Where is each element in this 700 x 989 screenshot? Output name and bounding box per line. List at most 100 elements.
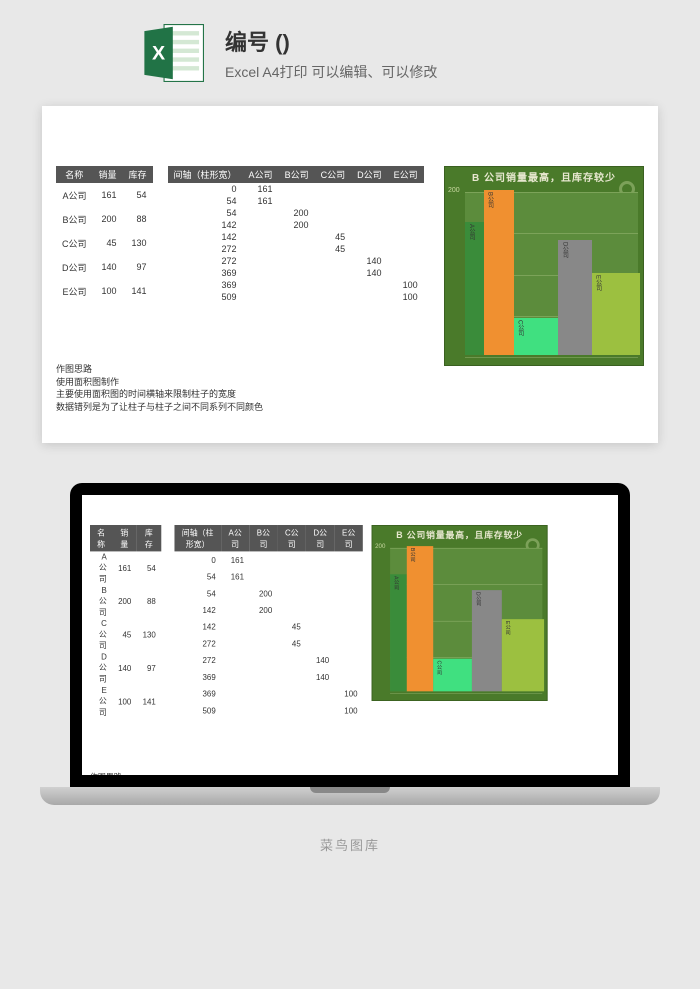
table-cell: 88 <box>137 585 162 618</box>
table-cell: D公司 <box>56 255 93 279</box>
table-cell <box>243 243 279 255</box>
note-line: 作图思路 <box>56 363 434 376</box>
table-cell: 369 <box>174 686 221 703</box>
table-cell: 369 <box>168 279 243 291</box>
table-cell <box>279 183 315 195</box>
table-cell <box>388 207 424 219</box>
table-cell <box>243 267 279 279</box>
table-cell: 100 <box>112 686 136 719</box>
note-line: 使用面积图制作 <box>56 376 434 389</box>
page-header: X 编号 () Excel A4打印 可以编辑、可以修改 <box>0 0 700 106</box>
table-cell <box>243 291 279 303</box>
bar-label: B公司 <box>486 192 495 208</box>
table-cell <box>243 231 279 243</box>
table-header: E公司 <box>388 166 424 183</box>
table-header: D公司 <box>351 166 388 183</box>
laptop-screen: 名称销量库存 A公司16154B公司20088C公司45130D公司14097E… <box>70 483 630 787</box>
table-cell: 54 <box>168 195 243 207</box>
table-row: B公司20088 <box>90 585 161 618</box>
table-cell <box>306 568 334 585</box>
table-cell <box>388 219 424 231</box>
table-cell: 140 <box>351 255 388 267</box>
table-cell <box>351 219 388 231</box>
table-cell <box>278 652 306 669</box>
table-cell <box>388 231 424 243</box>
table-cell <box>249 552 277 569</box>
table-cell <box>279 231 315 243</box>
table-cell: 200 <box>93 207 123 231</box>
table-cell: 200 <box>279 207 315 219</box>
grid-line <box>465 357 638 358</box>
table-cell <box>306 635 334 652</box>
note-line: 主要使用面积图的时间横轴来限制柱子的宽度 <box>56 388 434 401</box>
table-cell: 161 <box>243 195 279 207</box>
table-row: 14245 <box>174 619 363 636</box>
table-cell <box>351 291 388 303</box>
table-cell <box>278 669 306 686</box>
chart-title-2: B 公司销量最高，且库存较少 <box>372 528 546 541</box>
table-cell: 88 <box>123 207 153 231</box>
table-cell: B公司 <box>56 207 93 231</box>
chart-box-2: B 公司销量最高，且库存较少 A公司B公司C公司D公司E公司 200 <box>372 525 548 701</box>
data-table-2: 间轴（柱形宽）A公司B公司C公司D公司E公司 01615416154200142… <box>168 166 424 303</box>
table-row: 369 100 <box>168 279 424 291</box>
table-cell: 142 <box>168 231 243 243</box>
table-header: B公司 <box>249 525 277 551</box>
data-table-1: 名称销量库存 A公司16154B公司20088C公司45130D公司14097E… <box>56 166 153 303</box>
table-row: 54161 <box>168 195 424 207</box>
table-cell: 100 <box>334 702 362 719</box>
table-cell <box>278 702 306 719</box>
table-cell: 161 <box>221 568 249 585</box>
table-header: 名称 <box>90 525 112 551</box>
table-cell <box>278 686 306 703</box>
chart-bar: A公司 <box>465 222 484 355</box>
table-cell <box>221 652 249 669</box>
table-cell <box>334 568 362 585</box>
preview-card-1: 名称销量库存 A公司16154B公司20088C公司45130D公司14097E… <box>42 106 658 443</box>
table-cell <box>249 669 277 686</box>
table-row: 142200 <box>174 602 363 619</box>
table-cell <box>315 219 352 231</box>
card-content: 名称销量库存 A公司16154B公司20088C公司45130D公司14097E… <box>56 166 644 413</box>
table-cell <box>249 686 277 703</box>
table-row: 272140 <box>168 255 424 267</box>
table-header: B公司 <box>279 166 315 183</box>
table-cell: 100 <box>388 291 424 303</box>
table-row: 54161 <box>174 568 363 585</box>
table-cell <box>221 702 249 719</box>
table-row: 142 45 <box>168 231 424 243</box>
table-row: 509100 <box>168 291 424 303</box>
table-row: E公司100141 <box>56 279 153 303</box>
table-cell <box>351 183 388 195</box>
table-cell: 272 <box>168 243 243 255</box>
table-cell <box>306 585 334 602</box>
table-cell: 142 <box>174 602 221 619</box>
table-row: 142200 <box>168 219 424 231</box>
table-cell: 141 <box>137 686 162 719</box>
table-cell: 54 <box>123 183 153 207</box>
table-cell <box>221 602 249 619</box>
table-cell: 97 <box>137 652 162 685</box>
table-cell: 100 <box>93 279 123 303</box>
table-cell: 45 <box>315 231 352 243</box>
chart-bar: B公司 <box>484 190 514 355</box>
table-cell: 142 <box>168 219 243 231</box>
table-cell: 140 <box>351 267 388 279</box>
table-cell <box>334 652 362 669</box>
table-cell: 369 <box>168 267 243 279</box>
table-cell: 45 <box>315 243 352 255</box>
chart-bar: A公司 <box>390 575 406 692</box>
chart-bar: D公司 <box>558 240 591 356</box>
table-cell: 140 <box>93 255 123 279</box>
table-cell: 54 <box>168 207 243 219</box>
svg-text:X: X <box>152 43 165 65</box>
table-cell: 140 <box>112 652 136 685</box>
table-cell: 100 <box>388 279 424 291</box>
table-cell: B公司 <box>90 585 112 618</box>
table-cell: 272 <box>174 652 221 669</box>
table-header: 库存 <box>123 166 153 183</box>
table-cell <box>249 652 277 669</box>
table-cell: 45 <box>93 231 123 255</box>
table-cell: 45 <box>112 619 136 652</box>
table-cell <box>243 255 279 267</box>
